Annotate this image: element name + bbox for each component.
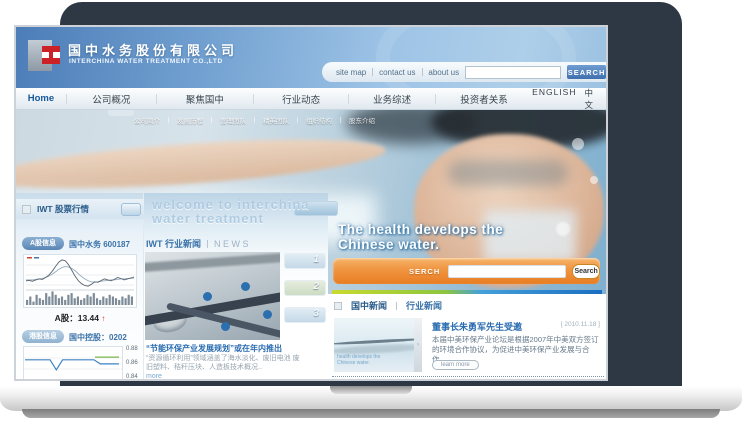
h-chart-tick: 0.84 bbox=[126, 374, 138, 379]
pager-button-2[interactable]: 2 bbox=[284, 280, 326, 296]
h-share-chart bbox=[23, 346, 123, 379]
company-name-zh: 国中水务股份有限公司 bbox=[68, 40, 238, 59]
swimmer-brow-shape bbox=[448, 160, 568, 186]
hero-slogan: The health develops the Chinese water. bbox=[338, 222, 503, 252]
about-link[interactable]: about us bbox=[428, 68, 459, 77]
sitemap-link[interactable]: site map bbox=[336, 68, 366, 77]
h-share-name[interactable]: 国中控股：0202 bbox=[69, 332, 127, 343]
news-thumbnail[interactable]: health develops the Chinese water. bbox=[334, 318, 414, 372]
a-share-name[interactable]: 国中水务 600187 bbox=[69, 239, 130, 250]
news-article-title[interactable]: 董事长朱勇军先生受邀 bbox=[432, 320, 522, 333]
h-price-line bbox=[25, 360, 119, 370]
thumbnail-arrow[interactable]: › bbox=[414, 318, 422, 372]
stock-panel-header: IWT 股票行情 bbox=[16, 199, 144, 219]
center-column: welcome to interchina water treatment IW… bbox=[144, 193, 328, 379]
company-logo[interactable] bbox=[42, 46, 60, 64]
nav-industry-news[interactable]: 行业动态 bbox=[254, 92, 348, 106]
thumbnail-caption: health develops the Chinese water. bbox=[337, 354, 380, 366]
h-chart-tick: 0.88 bbox=[126, 346, 138, 352]
bullet-square-icon bbox=[22, 205, 31, 214]
h-chart-tick: 0.86 bbox=[126, 360, 138, 366]
dotted-divider bbox=[332, 376, 604, 377]
header-search-button[interactable]: SEARCH bbox=[567, 65, 606, 79]
a-share-badge: A股信息 bbox=[22, 237, 64, 250]
slide-pager: 1 2 3 bbox=[284, 253, 326, 334]
pager-button-1[interactable]: 1 bbox=[284, 253, 326, 269]
hero-search-button[interactable]: Search bbox=[572, 264, 600, 279]
bullet-square-icon bbox=[334, 302, 342, 310]
center-article-title[interactable]: “节能环保产业发展规划”或在年内推出 bbox=[146, 343, 282, 354]
pager-button-3[interactable]: 3 bbox=[284, 307, 326, 323]
active-tab-notch bbox=[108, 110, 134, 116]
hero-search-bar: SERCH Search bbox=[333, 258, 600, 284]
bubble bbox=[590, 176, 598, 184]
chart-legend-red bbox=[27, 257, 32, 259]
divider bbox=[422, 68, 423, 76]
bubble bbox=[572, 138, 584, 150]
swimmer-arm-shape bbox=[16, 130, 387, 198]
nav-focus-interchina[interactable]: 聚焦国中 bbox=[157, 92, 253, 106]
a-ma-line bbox=[26, 267, 134, 283]
news-column: 国中新闻 行业新闻 health develops the Chinese wa… bbox=[328, 294, 606, 379]
tab-industry-news[interactable]: 行业新闻 bbox=[406, 299, 442, 312]
a-share-price-label: A股： bbox=[55, 313, 78, 323]
nav-company-overview[interactable]: 公司概况 bbox=[67, 92, 156, 106]
subnav-history[interactable]: 发展历程 bbox=[177, 115, 203, 125]
water-plant-photo bbox=[145, 252, 280, 340]
stock-more-button[interactable] bbox=[121, 203, 141, 216]
chart-legend-blue bbox=[34, 257, 39, 259]
price-up-arrow-icon: ↑ bbox=[101, 314, 105, 323]
center-article-body: “资源循环利用”领域涵盖了海水淡化、废旧电池 废旧塑料、秸秆压块、人造板技术概况… bbox=[146, 354, 304, 372]
company-name-en: INTERCHINA WATER TREATMENT CO.,LTD bbox=[69, 58, 223, 65]
laptop-mockup: 国中水务股份有限公司 INTERCHINA WATER TREATMENT CO… bbox=[0, 0, 742, 429]
news-article-date: [ 2010.11.18 ] bbox=[561, 321, 600, 328]
website: 国中水务股份有限公司 INTERCHINA WATER TREATMENT CO… bbox=[16, 27, 606, 379]
header-search-input[interactable] bbox=[465, 66, 561, 79]
a-share-price: 13.44 bbox=[78, 313, 99, 323]
news-tabs: 国中新闻 行业新闻 bbox=[334, 299, 442, 312]
sub-nav: 公司简介 发展历程 管理团队 精英团队 组织结构 股东介绍 bbox=[134, 114, 474, 126]
center-more-link[interactable]: more bbox=[146, 373, 162, 379]
utility-bar: site map contact us about us SEARCH bbox=[322, 62, 606, 82]
contact-link[interactable]: contact us bbox=[379, 68, 415, 77]
industry-news-title-zh: IWT 行业新闻 bbox=[146, 237, 201, 250]
a-share-chart bbox=[23, 254, 137, 308]
subnav-organization[interactable]: 组织结构 bbox=[306, 115, 332, 125]
main-nav: Home 公司概况 聚焦国中 行业动态 业务综述 投资者关系 ENGLISH 中… bbox=[16, 88, 606, 110]
lang-english[interactable]: ENGLISH bbox=[532, 87, 576, 111]
laptop-notch bbox=[330, 386, 412, 394]
nav-business-summary[interactable]: 业务综述 bbox=[349, 92, 435, 106]
h-share-badge: 港股信息 bbox=[22, 330, 64, 343]
subnav-company-profile[interactable]: 公司简介 bbox=[134, 115, 160, 125]
divider bbox=[372, 68, 373, 76]
laptop-screen: 国中水务股份有限公司 INTERCHINA WATER TREATMENT CO… bbox=[14, 25, 608, 381]
laptop-base-shadow bbox=[22, 409, 720, 418]
industry-news-title-en: NEWS bbox=[214, 239, 251, 249]
site-header: 国中水务股份有限公司 INTERCHINA WATER TREATMENT CO… bbox=[16, 27, 606, 88]
subnav-management-team[interactable]: 管理团队 bbox=[220, 115, 246, 125]
hero-search-label: SERCH bbox=[409, 267, 440, 276]
hero-search-input[interactable] bbox=[448, 265, 566, 278]
a-volume-bars bbox=[26, 291, 133, 305]
bubble bbox=[556, 222, 570, 236]
nav-home[interactable]: Home bbox=[16, 93, 66, 104]
nav-investor-relations[interactable]: 投资者关系 bbox=[436, 92, 532, 106]
industry-news-header: IWT 行业新闻 NEWS bbox=[146, 237, 251, 250]
stock-panel-title: IWT 股票行情 bbox=[37, 203, 89, 215]
welcome-heading: welcome to interchina water treatment bbox=[152, 198, 310, 226]
lang-chinese[interactable]: 中文 bbox=[584, 87, 594, 111]
stock-panel: IWT 股票行情 A股信息 国中水务 600187 bbox=[16, 193, 144, 379]
laptop-base bbox=[0, 386, 742, 411]
a-share-price-row: A股：13.44 ↑ bbox=[16, 312, 144, 324]
subnav-shareholders[interactable]: 股东介绍 bbox=[349, 115, 375, 125]
a-price-line bbox=[26, 260, 134, 286]
learn-more-button[interactable]: learn more bbox=[432, 360, 479, 370]
subnav-elite-team[interactable]: 精英团队 bbox=[263, 115, 289, 125]
tab-company-news[interactable]: 国中新闻 bbox=[351, 299, 387, 312]
